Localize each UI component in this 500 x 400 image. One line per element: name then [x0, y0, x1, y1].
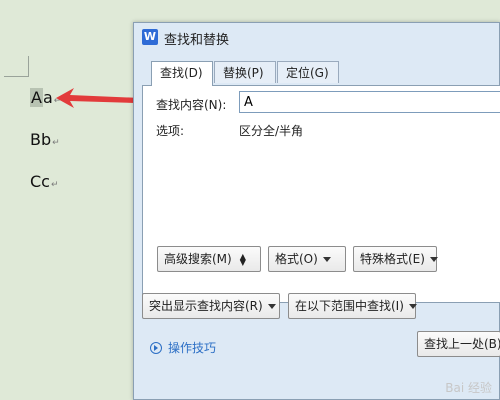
caret-down-icon	[267, 304, 276, 309]
tab-replace[interactable]: 替换(P)	[214, 61, 276, 83]
search-scope-dropdown-button[interactable]: 在以下范围中查找(I)	[288, 293, 417, 319]
format-dropdown-button[interactable]: 格式(O)	[268, 246, 346, 272]
caret-down-icon	[408, 304, 417, 309]
wps-app-icon: W	[142, 29, 158, 45]
dialog-titlebar[interactable]: W 查找和替换	[134, 23, 499, 53]
highlight-results-dropdown-button[interactable]: 突出显示查找内容(R)	[142, 293, 280, 319]
special-format-dropdown-button[interactable]: 特殊格式(E)	[353, 246, 438, 272]
document-line[interactable]: Cc↵	[30, 172, 59, 191]
paragraph-mark: ↵	[50, 180, 59, 190]
document-line[interactable]: Bb↵	[30, 130, 60, 149]
line-text: Aa	[30, 88, 53, 107]
tips-label: 操作技巧	[168, 341, 217, 355]
caret-down-icon	[322, 257, 331, 262]
highlight-label: 突出显示查找内容(R)	[149, 299, 263, 313]
highlighted-match: A	[30, 88, 43, 107]
find-previous-label: 查找上一处(B)	[424, 337, 500, 351]
line-text: Cc	[30, 172, 50, 191]
spinner-arrows-icon: ▲ ▼	[239, 251, 246, 267]
watermark: Bai 经验	[445, 381, 492, 395]
tab-find[interactable]: 查找(D)	[151, 61, 213, 86]
tab-goto[interactable]: 定位(G)	[277, 61, 339, 83]
caret-down-icon	[429, 257, 438, 262]
tips-link[interactable]: 操作技巧	[150, 339, 216, 356]
options-value: 区分全/半角	[239, 124, 304, 138]
line-text: Bb	[30, 130, 52, 149]
play-circle-icon	[150, 342, 162, 354]
advanced-search-button[interactable]: 高级搜索(M) ▲ ▼	[157, 246, 261, 272]
special-format-label: 特殊格式(E)	[360, 252, 425, 266]
find-replace-dialog: W 查找和替换 查找(D) 替换(P) 定位(G) 查找内容(N): 选项: 区…	[133, 22, 500, 400]
scope-label: 在以下范围中查找(I)	[295, 299, 404, 313]
options-label: 选项:	[156, 124, 185, 138]
advanced-search-label: 高级搜索(M)	[164, 252, 232, 266]
format-label: 格式(O)	[275, 252, 318, 266]
dialog-title: 查找和替换	[164, 33, 230, 48]
find-panel: 查找内容(N): 选项: 区分全/半角 高级搜索(M) ▲▼ 格式(O) 特殊格式…	[142, 85, 500, 303]
find-input[interactable]	[239, 91, 500, 113]
paragraph-mark: ↵	[52, 138, 60, 148]
find-label: 查找内容(N):	[156, 98, 227, 112]
page-margin-marker	[4, 56, 29, 77]
find-previous-button[interactable]: 查找上一处(B)	[417, 331, 500, 357]
